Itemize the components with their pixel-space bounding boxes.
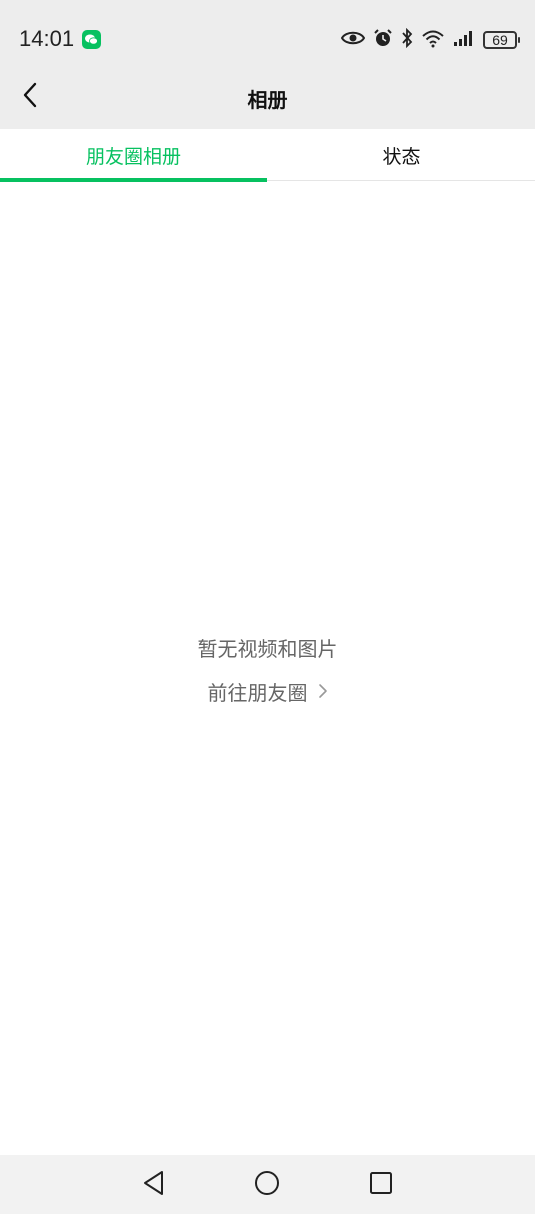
battery-icon: 69 [483, 31, 520, 49]
nav-bar: 相册 [0, 80, 535, 129]
status-bar: 14:01 69 [0, 0, 535, 80]
system-nav-bar [0, 1155, 535, 1214]
status-time: 14:01 [19, 26, 75, 51]
system-back-button[interactable] [134, 1168, 174, 1202]
chevron-right-icon [318, 680, 328, 704]
system-home-button[interactable] [247, 1168, 287, 1202]
recents-square-icon [369, 1171, 393, 1199]
bluetooth-icon [401, 27, 413, 52]
status-icons: 69 [340, 26, 520, 54]
go-to-moments-label: 前往朋友圈 [207, 681, 308, 705]
go-to-moments-link[interactable]: 前往朋友圈 [0, 677, 535, 706]
alarm-icon [373, 28, 393, 52]
tab-bar: 朋友圈相册 状态 [0, 129, 535, 182]
wechat-icon [82, 30, 101, 49]
wifi-icon [421, 28, 445, 52]
empty-state-message: 暂无视频和图片 [197, 637, 338, 661]
home-circle-icon [254, 1170, 280, 1200]
signal-icon [453, 29, 475, 51]
back-triangle-icon [142, 1170, 166, 1200]
eye-icon [340, 30, 366, 50]
tab-status[interactable]: 状态 [268, 129, 535, 181]
tab-moments-album[interactable]: 朋友圈相册 [0, 129, 267, 182]
system-recents-button[interactable] [361, 1168, 401, 1202]
page-title: 相册 [247, 88, 288, 112]
